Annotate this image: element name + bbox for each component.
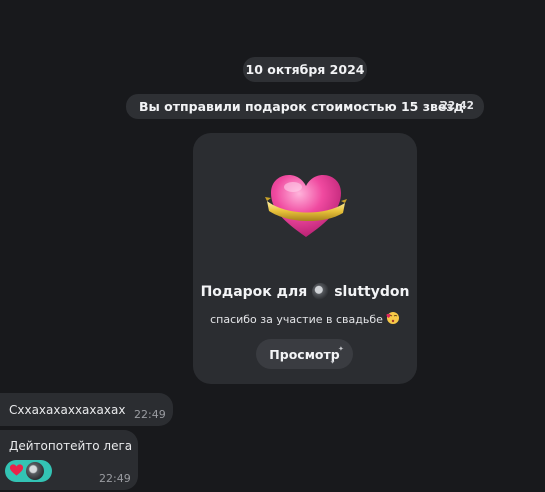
- view-gift-button[interactable]: Просмотр ✦ ✦: [256, 339, 353, 369]
- message-bubble[interactable]: Дейтопотейто лега 22:49: [0, 430, 138, 490]
- gift-message: спасибо за участие в свадьбе: [193, 311, 417, 328]
- gift-card[interactable]: Подарок для sluttydon спасибо за участие…: [193, 133, 417, 384]
- sparkle-icon: ✦: [338, 345, 344, 353]
- heart-reaction-icon: [9, 462, 24, 481]
- date-label: 10 октября 2024: [245, 62, 365, 77]
- service-message: Вы отправили подарок стоимостью 15 звёзд…: [126, 94, 484, 119]
- recipient-avatar: [312, 283, 330, 300]
- gift-recipient[interactable]: sluttydon: [334, 284, 409, 300]
- heart-gift-icon: [265, 171, 347, 243]
- message-time: 22:49: [99, 472, 131, 485]
- reactor-avatar: [26, 462, 44, 480]
- message-text: Сххахахаххахахах: [9, 403, 126, 417]
- reaction-chip[interactable]: [5, 460, 52, 482]
- gift-message-text: спасибо за участие в свадьбе: [210, 313, 383, 326]
- date-separator: 10 октября 2024: [243, 57, 367, 82]
- blowing-kiss-emoji-icon: [386, 311, 400, 328]
- message-text: Дейтопотейто лега: [9, 439, 133, 453]
- gift-title-prefix: Подарок для: [200, 283, 308, 300]
- service-message-time: 22:42: [440, 100, 474, 112]
- service-message-text: Вы отправили подарок стоимостью 15 звёзд: [139, 99, 464, 114]
- gift-title: Подарок для sluttydon: [193, 283, 417, 300]
- message-bubble[interactable]: Сххахахаххахахах 22:49: [0, 393, 173, 426]
- message-time: 22:49: [134, 408, 166, 421]
- sparkle-icon: ✦: [330, 359, 336, 366]
